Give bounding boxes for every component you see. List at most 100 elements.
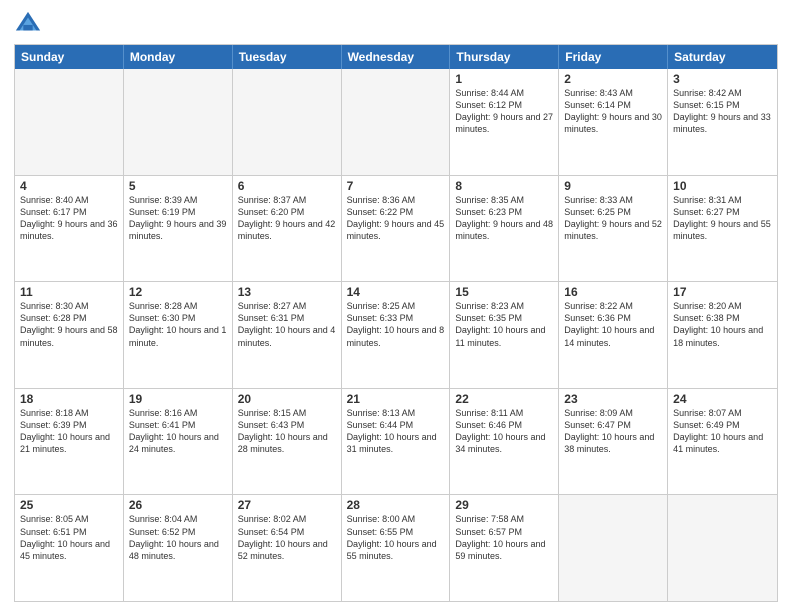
logo [14,10,46,38]
day-number: 8 [455,179,553,193]
cell-info: Sunrise: 8:30 AM Sunset: 6:28 PM Dayligh… [20,300,118,349]
day-number: 11 [20,285,118,299]
day-number: 18 [20,392,118,406]
cal-cell: 15Sunrise: 8:23 AM Sunset: 6:35 PM Dayli… [450,282,559,388]
day-number: 27 [238,498,336,512]
header-day-wednesday: Wednesday [342,45,451,69]
cal-cell [668,495,777,601]
day-number: 13 [238,285,336,299]
day-number: 10 [673,179,772,193]
cal-cell: 13Sunrise: 8:27 AM Sunset: 6:31 PM Dayli… [233,282,342,388]
cal-cell: 12Sunrise: 8:28 AM Sunset: 6:30 PM Dayli… [124,282,233,388]
day-number: 4 [20,179,118,193]
cal-cell: 20Sunrise: 8:15 AM Sunset: 6:43 PM Dayli… [233,389,342,495]
cell-info: Sunrise: 8:02 AM Sunset: 6:54 PM Dayligh… [238,513,336,562]
day-number: 1 [455,72,553,86]
cal-cell: 10Sunrise: 8:31 AM Sunset: 6:27 PM Dayli… [668,176,777,282]
header-day-saturday: Saturday [668,45,777,69]
page: SundayMondayTuesdayWednesdayThursdayFrid… [0,0,792,612]
cal-cell: 3Sunrise: 8:42 AM Sunset: 6:15 PM Daylig… [668,69,777,175]
day-number: 3 [673,72,772,86]
cell-info: Sunrise: 8:28 AM Sunset: 6:30 PM Dayligh… [129,300,227,349]
cal-cell [233,69,342,175]
cal-cell: 27Sunrise: 8:02 AM Sunset: 6:54 PM Dayli… [233,495,342,601]
cell-info: Sunrise: 8:13 AM Sunset: 6:44 PM Dayligh… [347,407,445,456]
cal-cell [15,69,124,175]
day-number: 23 [564,392,662,406]
day-number: 14 [347,285,445,299]
cell-info: Sunrise: 8:00 AM Sunset: 6:55 PM Dayligh… [347,513,445,562]
cell-info: Sunrise: 8:37 AM Sunset: 6:20 PM Dayligh… [238,194,336,243]
cell-info: Sunrise: 8:43 AM Sunset: 6:14 PM Dayligh… [564,87,662,136]
calendar-row-1: 4Sunrise: 8:40 AM Sunset: 6:17 PM Daylig… [15,175,777,282]
cal-cell: 24Sunrise: 8:07 AM Sunset: 6:49 PM Dayli… [668,389,777,495]
cell-info: Sunrise: 8:04 AM Sunset: 6:52 PM Dayligh… [129,513,227,562]
calendar-row-3: 18Sunrise: 8:18 AM Sunset: 6:39 PM Dayli… [15,388,777,495]
cal-cell: 29Sunrise: 7:58 AM Sunset: 6:57 PM Dayli… [450,495,559,601]
cal-cell: 2Sunrise: 8:43 AM Sunset: 6:14 PM Daylig… [559,69,668,175]
day-number: 12 [129,285,227,299]
day-number: 17 [673,285,772,299]
cal-cell: 9Sunrise: 8:33 AM Sunset: 6:25 PM Daylig… [559,176,668,282]
calendar-row-4: 25Sunrise: 8:05 AM Sunset: 6:51 PM Dayli… [15,494,777,601]
cal-cell: 14Sunrise: 8:25 AM Sunset: 6:33 PM Dayli… [342,282,451,388]
cell-info: Sunrise: 8:25 AM Sunset: 6:33 PM Dayligh… [347,300,445,349]
cal-cell: 16Sunrise: 8:22 AM Sunset: 6:36 PM Dayli… [559,282,668,388]
calendar-body: 1Sunrise: 8:44 AM Sunset: 6:12 PM Daylig… [15,69,777,601]
cell-info: Sunrise: 8:11 AM Sunset: 6:46 PM Dayligh… [455,407,553,456]
cell-info: Sunrise: 8:15 AM Sunset: 6:43 PM Dayligh… [238,407,336,456]
day-number: 19 [129,392,227,406]
day-number: 7 [347,179,445,193]
cell-info: Sunrise: 8:27 AM Sunset: 6:31 PM Dayligh… [238,300,336,349]
day-number: 29 [455,498,553,512]
header [14,10,778,38]
calendar-row-0: 1Sunrise: 8:44 AM Sunset: 6:12 PM Daylig… [15,69,777,175]
cell-info: Sunrise: 8:16 AM Sunset: 6:41 PM Dayligh… [129,407,227,456]
day-number: 20 [238,392,336,406]
cell-info: Sunrise: 8:22 AM Sunset: 6:36 PM Dayligh… [564,300,662,349]
cell-info: Sunrise: 8:05 AM Sunset: 6:51 PM Dayligh… [20,513,118,562]
cal-cell [124,69,233,175]
cal-cell: 25Sunrise: 8:05 AM Sunset: 6:51 PM Dayli… [15,495,124,601]
cal-cell: 26Sunrise: 8:04 AM Sunset: 6:52 PM Dayli… [124,495,233,601]
cell-info: Sunrise: 8:42 AM Sunset: 6:15 PM Dayligh… [673,87,772,136]
cal-cell: 1Sunrise: 8:44 AM Sunset: 6:12 PM Daylig… [450,69,559,175]
cell-info: Sunrise: 7:58 AM Sunset: 6:57 PM Dayligh… [455,513,553,562]
day-number: 26 [129,498,227,512]
cal-cell: 8Sunrise: 8:35 AM Sunset: 6:23 PM Daylig… [450,176,559,282]
header-day-tuesday: Tuesday [233,45,342,69]
day-number: 22 [455,392,553,406]
day-number: 28 [347,498,445,512]
cell-info: Sunrise: 8:23 AM Sunset: 6:35 PM Dayligh… [455,300,553,349]
header-day-thursday: Thursday [450,45,559,69]
day-number: 6 [238,179,336,193]
day-number: 15 [455,285,553,299]
day-number: 5 [129,179,227,193]
cell-info: Sunrise: 8:35 AM Sunset: 6:23 PM Dayligh… [455,194,553,243]
header-day-monday: Monday [124,45,233,69]
cal-cell: 17Sunrise: 8:20 AM Sunset: 6:38 PM Dayli… [668,282,777,388]
day-number: 2 [564,72,662,86]
calendar: SundayMondayTuesdayWednesdayThursdayFrid… [14,44,778,602]
header-day-sunday: Sunday [15,45,124,69]
cal-cell: 18Sunrise: 8:18 AM Sunset: 6:39 PM Dayli… [15,389,124,495]
cal-cell: 7Sunrise: 8:36 AM Sunset: 6:22 PM Daylig… [342,176,451,282]
cal-cell: 28Sunrise: 8:00 AM Sunset: 6:55 PM Dayli… [342,495,451,601]
cal-cell: 6Sunrise: 8:37 AM Sunset: 6:20 PM Daylig… [233,176,342,282]
logo-icon [14,10,42,38]
cell-info: Sunrise: 8:33 AM Sunset: 6:25 PM Dayligh… [564,194,662,243]
day-number: 9 [564,179,662,193]
cal-cell [342,69,451,175]
cal-cell: 21Sunrise: 8:13 AM Sunset: 6:44 PM Dayli… [342,389,451,495]
cell-info: Sunrise: 8:44 AM Sunset: 6:12 PM Dayligh… [455,87,553,136]
calendar-header: SundayMondayTuesdayWednesdayThursdayFrid… [15,45,777,69]
cal-cell: 5Sunrise: 8:39 AM Sunset: 6:19 PM Daylig… [124,176,233,282]
cal-cell: 22Sunrise: 8:11 AM Sunset: 6:46 PM Dayli… [450,389,559,495]
cell-info: Sunrise: 8:40 AM Sunset: 6:17 PM Dayligh… [20,194,118,243]
cal-cell: 23Sunrise: 8:09 AM Sunset: 6:47 PM Dayli… [559,389,668,495]
day-number: 16 [564,285,662,299]
cell-info: Sunrise: 8:20 AM Sunset: 6:38 PM Dayligh… [673,300,772,349]
cal-cell: 11Sunrise: 8:30 AM Sunset: 6:28 PM Dayli… [15,282,124,388]
calendar-row-2: 11Sunrise: 8:30 AM Sunset: 6:28 PM Dayli… [15,281,777,388]
cell-info: Sunrise: 8:09 AM Sunset: 6:47 PM Dayligh… [564,407,662,456]
